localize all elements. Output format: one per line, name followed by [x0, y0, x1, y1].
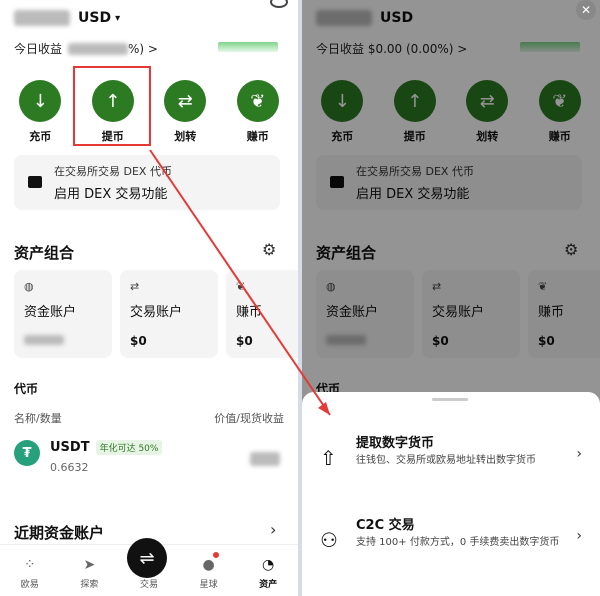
option-title: C2C 交易	[356, 518, 415, 533]
withdraw-sheet: ⇧ 提取数字货币 往钱包、交易所或欧易地址转出数字货币 › ⚇ C2C 交易 支…	[302, 392, 600, 596]
today-label: 今日收益	[14, 42, 63, 56]
earn-icon: ❦	[236, 280, 246, 293]
account-balance[interactable]: USD ▾	[14, 10, 120, 26]
tokens-title: 代币	[14, 382, 39, 396]
today-pnl[interactable]: 今日收益 %) >	[14, 40, 158, 57]
planet-icon: ●	[202, 557, 215, 573]
chevron-right-icon: ›	[576, 446, 582, 462]
token-value-blurred	[250, 452, 280, 466]
col-name: 名称/数量	[14, 412, 62, 425]
money-bag-icon: ◍	[24, 280, 34, 293]
tab-assets[interactable]: ◔ 资产	[259, 557, 277, 590]
option-withdraw-crypto[interactable]: ⇧ 提取数字货币 往钱包、交易所或欧易地址转出数字货币 ›	[302, 432, 600, 502]
option-desc: 往钱包、交易所或欧易地址转出数字货币	[356, 455, 536, 466]
currency-label: USD	[78, 10, 112, 26]
portfolio-title: 资产组合	[14, 244, 75, 262]
chevron-down-icon: ▾	[115, 12, 121, 24]
balance-blurred	[14, 10, 70, 26]
close-icon[interactable]: ✕	[576, 0, 596, 20]
tab-label: 星球	[199, 580, 218, 590]
filter-icon[interactable]: ⚙	[262, 240, 276, 259]
transfer-icon: ⇄	[164, 80, 207, 122]
card-name: 资金账户	[24, 305, 77, 320]
card-earn[interactable]: ❦ 赚币 $0	[226, 270, 298, 358]
option-c2c[interactable]: ⚇ C2C 交易 支持 100+ 付款方式，0 手续费卖出数字货币 ›	[302, 514, 600, 584]
action-label: 充币	[29, 130, 52, 143]
left-screen: USD ▾ 今日收益 %) > ↓ 充币 ↑ 提币 ⇄ 划转 ❦ 赚币 在交易所…	[0, 0, 298, 596]
option-desc: 支持 100+ 付款方式，0 手续费卖出数字货币	[356, 537, 560, 548]
card-name: 赚币	[236, 305, 263, 320]
token-row-usdt[interactable]: ₮ USDT 年化可达 50% 0.6632	[14, 440, 163, 474]
card-value: $0	[236, 334, 253, 348]
option-title: 提取数字货币	[356, 436, 435, 451]
explore-icon: ➤	[83, 557, 96, 573]
action-transfer[interactable]: ⇄ 划转	[155, 80, 215, 144]
card-value	[24, 334, 102, 348]
deposit-icon: ↓	[19, 80, 62, 122]
tab-label: 交易	[139, 580, 158, 590]
tab-okx[interactable]: ⁘ 欧易	[21, 557, 39, 590]
tab-explore[interactable]: ➤ 探索	[80, 557, 98, 590]
action-deposit[interactable]: ↓ 充币	[10, 80, 70, 144]
chevron-right-icon: ›	[576, 528, 582, 544]
dex-line1: 在交易所交易 DEX 代币	[54, 165, 172, 178]
card-trading[interactable]: ⇄ 交易账户 $0	[120, 270, 218, 358]
recent-title: 近期资金账户	[14, 524, 105, 542]
trade-icon: ⇌	[139, 547, 155, 569]
dex-line2: 启用 DEX 交易功能	[54, 187, 168, 202]
today-value-blurred	[68, 42, 129, 55]
right-screen: USD 今日收益 $0.00 (0.00%) > ↓ 充币 ↑ 提币 ⇄ 划转 ❦ 赚币…	[302, 0, 600, 596]
account-cards: ◍ 资金账户 ⇄ 交易账户 $0 ❦ 赚币 $0	[14, 270, 298, 358]
tab-planet[interactable]: ● 星球	[200, 557, 218, 590]
action-label: 划转	[174, 130, 197, 143]
card-funding[interactable]: ◍ 资金账户	[14, 270, 112, 358]
card-name: 交易账户	[130, 305, 183, 320]
tab-label: 资产	[259, 580, 278, 590]
okx-icon: ⁘	[23, 557, 36, 573]
withdraw-icon: ⇧	[320, 446, 337, 470]
top-partial-icon	[270, 0, 288, 8]
col-value: 价值/现货收益	[214, 412, 284, 425]
card-value: $0	[130, 334, 147, 348]
chevron-right-icon[interactable]: ›	[270, 520, 276, 539]
tether-icon: ₮	[14, 440, 40, 466]
token-symbol: USDT	[50, 440, 90, 455]
tab-label: 探索	[80, 580, 99, 590]
pnl-sparkline	[218, 42, 278, 52]
assets-icon: ◔	[262, 557, 275, 573]
trade-button[interactable]: ⇌	[127, 538, 167, 578]
sheet-handle[interactable]	[432, 398, 468, 401]
earn-icon: ❦	[236, 80, 279, 122]
tab-label: 欧易	[20, 580, 39, 590]
today-value-suffix: %) >	[128, 41, 158, 56]
wallet-icon	[28, 176, 42, 188]
swap-icon: ⇄	[130, 280, 140, 293]
action-earn[interactable]: ❦ 赚币	[228, 80, 288, 144]
dex-banner[interactable]: 在交易所交易 DEX 代币 启用 DEX 交易功能	[14, 155, 280, 210]
apy-badge: 年化可达 50%	[95, 440, 163, 455]
c2c-icon: ⚇	[320, 528, 338, 552]
action-label: 赚币	[246, 130, 269, 143]
token-amount: 0.6632	[50, 461, 89, 474]
withdraw-highlight-box	[73, 66, 151, 146]
notification-dot	[213, 552, 219, 558]
